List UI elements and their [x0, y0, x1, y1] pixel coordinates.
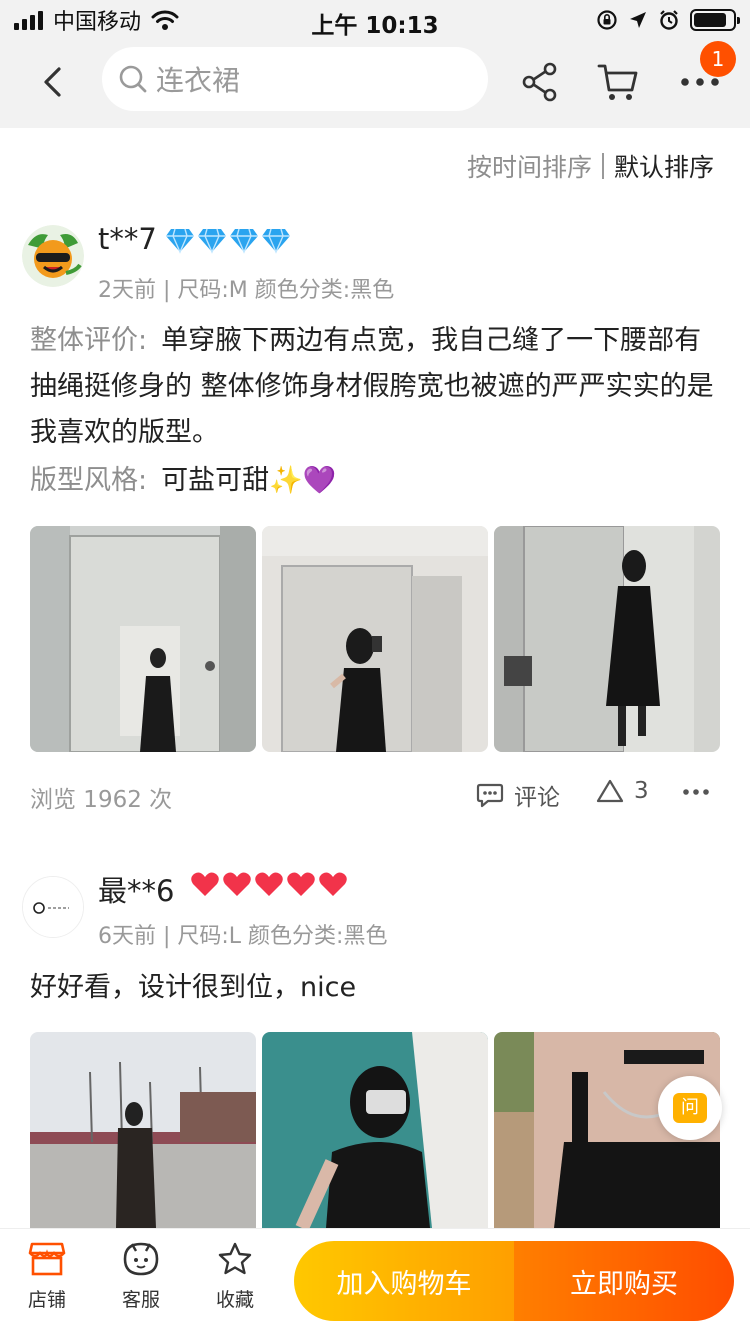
comment-button[interactable]: 评论: [476, 778, 560, 812]
sort-default-button[interactable]: 默认排序: [614, 148, 714, 184]
favorite-label: 收藏: [215, 1289, 254, 1311]
avatar[interactable]: [22, 876, 84, 938]
search-placeholder: 连衣裙: [156, 64, 241, 97]
notification-badge: 1: [700, 41, 736, 77]
like-button[interactable]: 3: [596, 778, 649, 804]
purchase-buttons: 加入购物车 立即购买: [294, 1241, 734, 1321]
bottom-action-bar: 店铺 客服 收藏 加入购物车 立即购买: [0, 1228, 750, 1334]
review-line: 整体评价: 单穿腋下两边有点宽，我自己缝了一下腰部有抽绳挺修身的 整体修饰身材假胯…: [30, 318, 720, 456]
service-tab[interactable]: 客服: [106, 1241, 176, 1312]
ask-button[interactable]: 问: [658, 1076, 722, 1140]
add-to-cart-button[interactable]: 加入购物车: [294, 1241, 514, 1321]
review-line: 版型风格: 可盐可甜✨💜: [30, 458, 720, 504]
review-text: 整体评价: 单穿腋下两边有点宽，我自己缝了一下腰部有抽绳挺修身的 整体修饰身材假胯…: [30, 318, 720, 504]
back-button[interactable]: [30, 60, 74, 104]
review-photo[interactable]: [262, 526, 488, 752]
heart-icon: [255, 872, 283, 896]
sort-bar: 按时间排序 默认排序: [467, 148, 714, 184]
more-icon: [683, 789, 709, 795]
sort-by-time-button[interactable]: 按时间排序: [467, 148, 592, 184]
search-icon: [119, 65, 147, 93]
cart-button[interactable]: [596, 60, 640, 104]
favorite-tab[interactable]: 收藏: [200, 1241, 270, 1312]
review-photo[interactable]: [262, 1032, 488, 1228]
diamond-icon: [230, 228, 258, 254]
comment-icon: [476, 783, 504, 808]
diamond-icon: [166, 228, 194, 254]
search-input[interactable]: 连衣裙: [102, 47, 488, 111]
chevron-left-icon: [44, 67, 61, 97]
heart-icon: [223, 872, 251, 896]
battery-icon: [690, 9, 740, 31]
alarm-icon: [660, 10, 678, 30]
review-photo[interactable]: [494, 526, 720, 752]
thumbs-up-icon: [596, 779, 624, 803]
review-meta: 2天前 | 尺码:M 颜色分类:黑色: [98, 278, 395, 303]
review-meta: 6天前 | 尺码:L 颜色分类:黑色: [98, 924, 388, 949]
view-count: 浏览 1962 次: [30, 787, 173, 813]
user-level-diamonds: [165, 226, 291, 254]
heart-icon: [191, 872, 219, 896]
reviewer-name: t**7: [98, 222, 157, 256]
share-button[interactable]: [518, 60, 562, 104]
comment-label: 评论: [514, 785, 560, 811]
review-photos: [30, 526, 720, 752]
review-footer: 浏览 1962 次 评论 3: [30, 774, 720, 814]
top-nav-bar: 连衣裙 1: [0, 40, 750, 128]
review-more-button[interactable]: [682, 788, 710, 796]
diamond-icon: [198, 228, 226, 254]
heart-icon: [287, 872, 315, 896]
shop-tab[interactable]: 店铺: [12, 1241, 82, 1312]
review-line-label: 版型风格:: [30, 465, 148, 496]
avatar[interactable]: [22, 225, 84, 287]
service-label: 客服: [121, 1289, 160, 1311]
review-line-label: 整体评价:: [30, 325, 148, 356]
more-icon: [681, 78, 719, 86]
rotation-lock-icon: [597, 10, 617, 30]
star-icon: [218, 1242, 252, 1275]
status-bar: 中国移动 上午 10:13: [0, 0, 750, 40]
user-level-hearts: [190, 870, 348, 898]
share-icon: [522, 62, 557, 102]
customer-service-icon: [123, 1242, 159, 1276]
location-icon: [630, 12, 646, 28]
reviewer-name: 最**6: [98, 874, 175, 908]
diamond-icon: [262, 228, 290, 254]
review-photo[interactable]: [30, 526, 256, 752]
sort-divider: [601, 153, 604, 179]
ask-icon: 问: [673, 1093, 707, 1123]
shop-icon: [28, 1242, 66, 1276]
review-photos: [30, 1032, 720, 1228]
buy-now-button[interactable]: 立即购买: [514, 1241, 734, 1321]
shop-label: 店铺: [27, 1289, 66, 1311]
review-photo[interactable]: [30, 1032, 256, 1228]
like-count: 3: [634, 778, 649, 804]
review-text: 好好看，设计很到位，nice: [30, 972, 357, 1003]
cart-icon: [597, 64, 638, 100]
heart-icon: [319, 872, 347, 896]
review-line-text: 可盐可甜✨💜: [161, 465, 337, 496]
